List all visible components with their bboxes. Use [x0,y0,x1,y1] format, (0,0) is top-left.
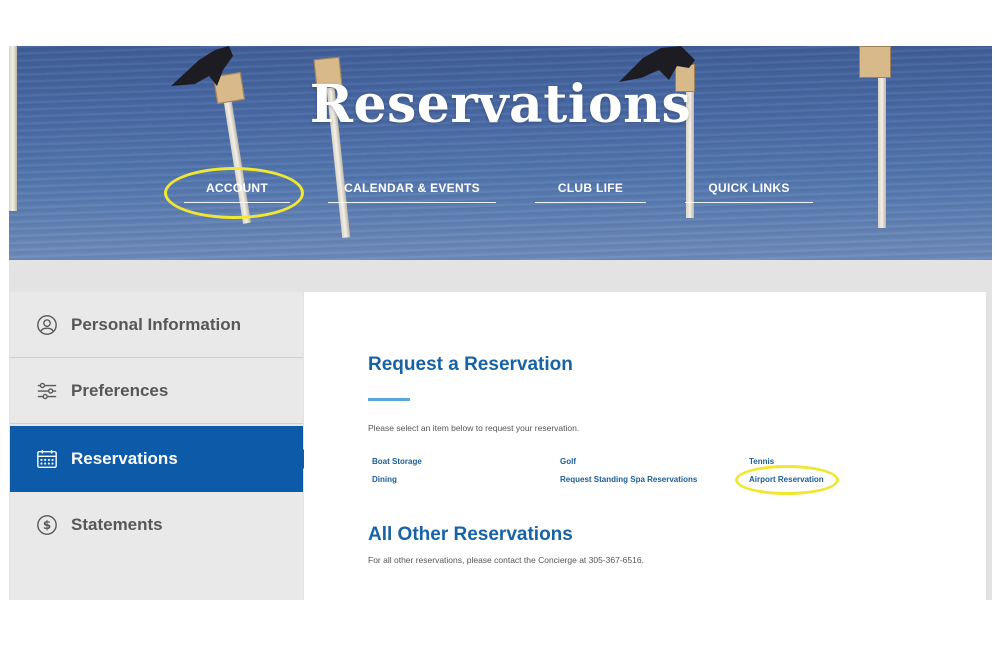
link-boat-storage[interactable]: Boat Storage [372,457,422,466]
nav-club-life[interactable]: CLUB LIFE [535,180,646,203]
calendar-icon [37,449,57,468]
svg-text:$: $ [43,518,51,532]
page-frame: Reservations ACCOUNT CALENDAR & EVENTS C… [9,46,992,600]
sliders-icon [37,382,57,399]
account-highlight-circle [164,167,304,219]
concierge-contact-text: For all other reservations, please conta… [368,555,644,565]
sidebar-item-label: Reservations [71,449,178,468]
link-tennis[interactable]: Tennis [749,457,774,466]
sidebar-item-label: Personal Information [71,314,242,334]
instructions-text: Please select an item below to request y… [368,423,580,433]
page-title: Reservations [309,74,692,135]
link-dining[interactable]: Dining [372,475,397,484]
nav-calendar-events[interactable]: CALENDAR & EVENTS [328,180,496,203]
airport-highlight-circle [735,465,839,495]
sidebar-item-label: Statements [71,515,163,534]
reservations-panel: Request a Reservation Please select an i… [304,292,986,600]
dollar-circle-icon: $ [37,515,57,535]
link-standing-spa-reservations[interactable]: Request Standing Spa Reservations [560,475,697,484]
sidebar-item-statements[interactable]: $ Statements [10,492,303,558]
other-reservations-heading: All Other Reservations [368,524,573,545]
hero-banner: Reservations ACCOUNT CALENDAR & EVENTS C… [9,46,992,260]
sidebar-item-personal-information[interactable]: Personal Information [10,292,303,358]
sidebar-item-reservations[interactable]: Reservations [10,426,313,492]
sidebar-item-label: Preferences [71,380,169,400]
sidebar-item-preferences[interactable]: Preferences [10,358,303,424]
user-circle-icon [37,314,57,335]
account-sidebar: Personal Information Preferences Reserva… [10,292,313,600]
request-reservation-heading: Request a Reservation [368,354,573,375]
heading-accent-line [368,398,410,401]
link-golf[interactable]: Golf [560,457,576,466]
nav-quick-links[interactable]: QUICK LINKS [685,180,813,203]
